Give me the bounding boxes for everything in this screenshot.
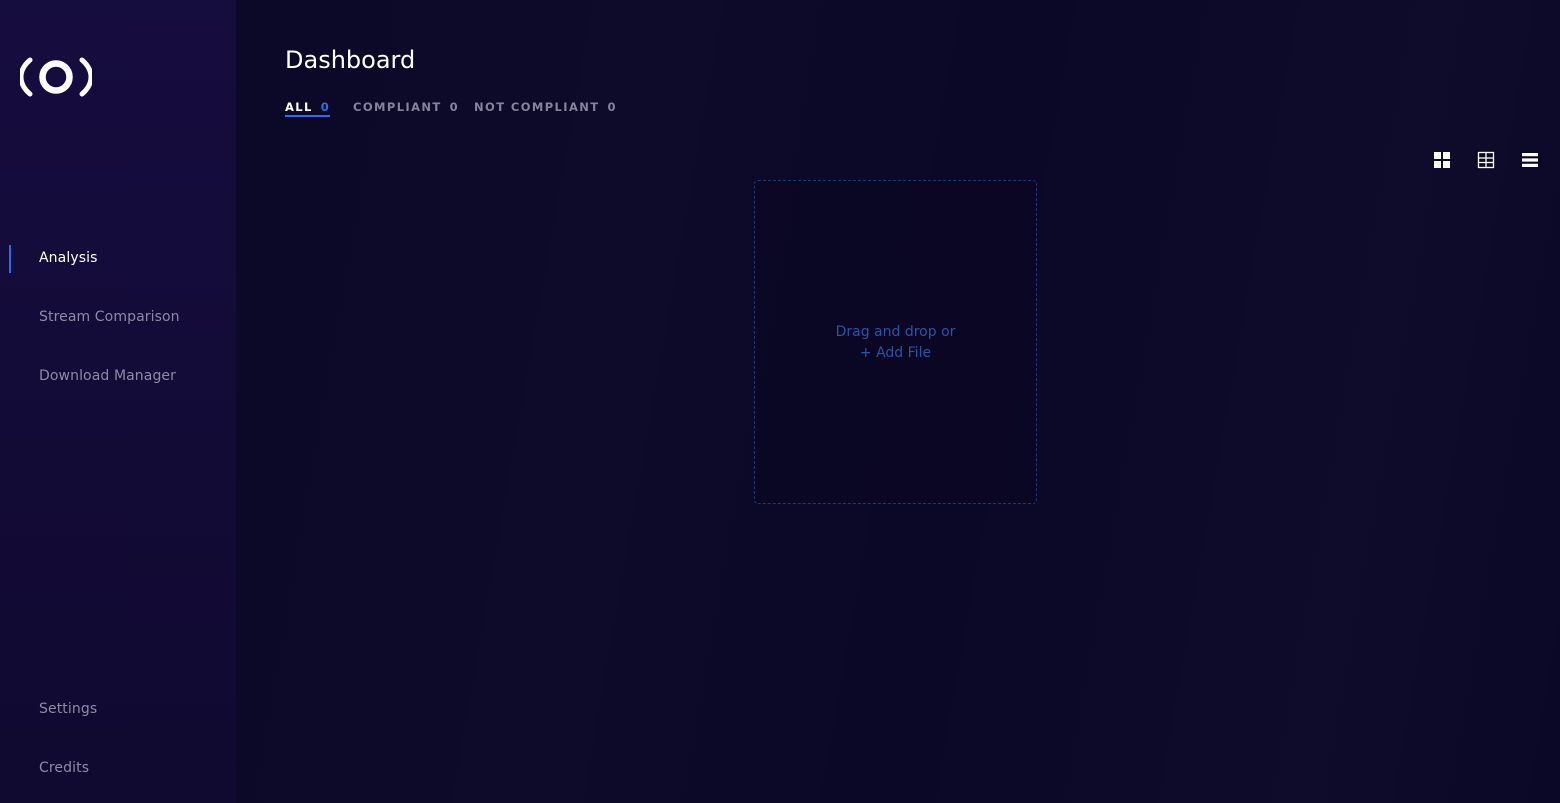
sidebar-item-label: Download Manager — [39, 368, 177, 384]
tab-label: ALL — [285, 100, 313, 114]
list-icon[interactable] — [1521, 151, 1539, 169]
grid-small-icon[interactable] — [1477, 151, 1495, 169]
sidebar-item-label: Analysis — [39, 250, 98, 266]
orbit-logo-icon — [20, 57, 92, 97]
tab-label: NOT COMPLIANT — [474, 100, 600, 114]
tab-compliant[interactable]: COMPLIANT 0 — [353, 100, 459, 118]
sidebar-item-label: Stream Comparison — [39, 309, 180, 325]
app-window: Analysis Stream Comparison Download Mana… — [0, 0, 1560, 803]
dropzone-instruction: Drag and drop or — [835, 324, 956, 340]
sidebar-item-label: Credits — [39, 760, 90, 776]
view-toggle-group — [1433, 151, 1543, 169]
file-dropzone[interactable]: Drag and drop or + Add File — [754, 180, 1037, 504]
tab-count: 0 — [449, 100, 460, 114]
sidebar: Analysis Stream Comparison Download Mana… — [0, 0, 236, 803]
sidebar-item-label: Settings — [39, 701, 98, 717]
active-tab-underline — [285, 115, 331, 117]
sidebar-item-stream-comparison[interactable]: Stream Comparison — [0, 304, 236, 332]
dropzone-text: Drag and drop or + Add File — [755, 322, 1036, 364]
tab-count: 0 — [320, 100, 331, 114]
page-title: Dashboard — [285, 46, 416, 74]
sidebar-item-credits[interactable]: Credits — [0, 755, 236, 783]
tab-label: COMPLIANT — [353, 100, 442, 114]
tab-count: 0 — [607, 100, 617, 114]
grid-large-icon[interactable] — [1433, 151, 1451, 169]
tab-not-compliant[interactable]: NOT COMPLIANT 0 — [474, 100, 617, 118]
sidebar-item-analysis[interactable]: Analysis — [0, 245, 236, 273]
sidebar-item-download-manager[interactable]: Download Manager — [0, 363, 236, 391]
sidebar-item-settings[interactable]: Settings — [0, 696, 236, 724]
active-indicator — [9, 245, 11, 273]
tab-all[interactable]: ALL 0 — [285, 100, 331, 118]
add-file-link[interactable]: + Add File — [755, 343, 1036, 364]
